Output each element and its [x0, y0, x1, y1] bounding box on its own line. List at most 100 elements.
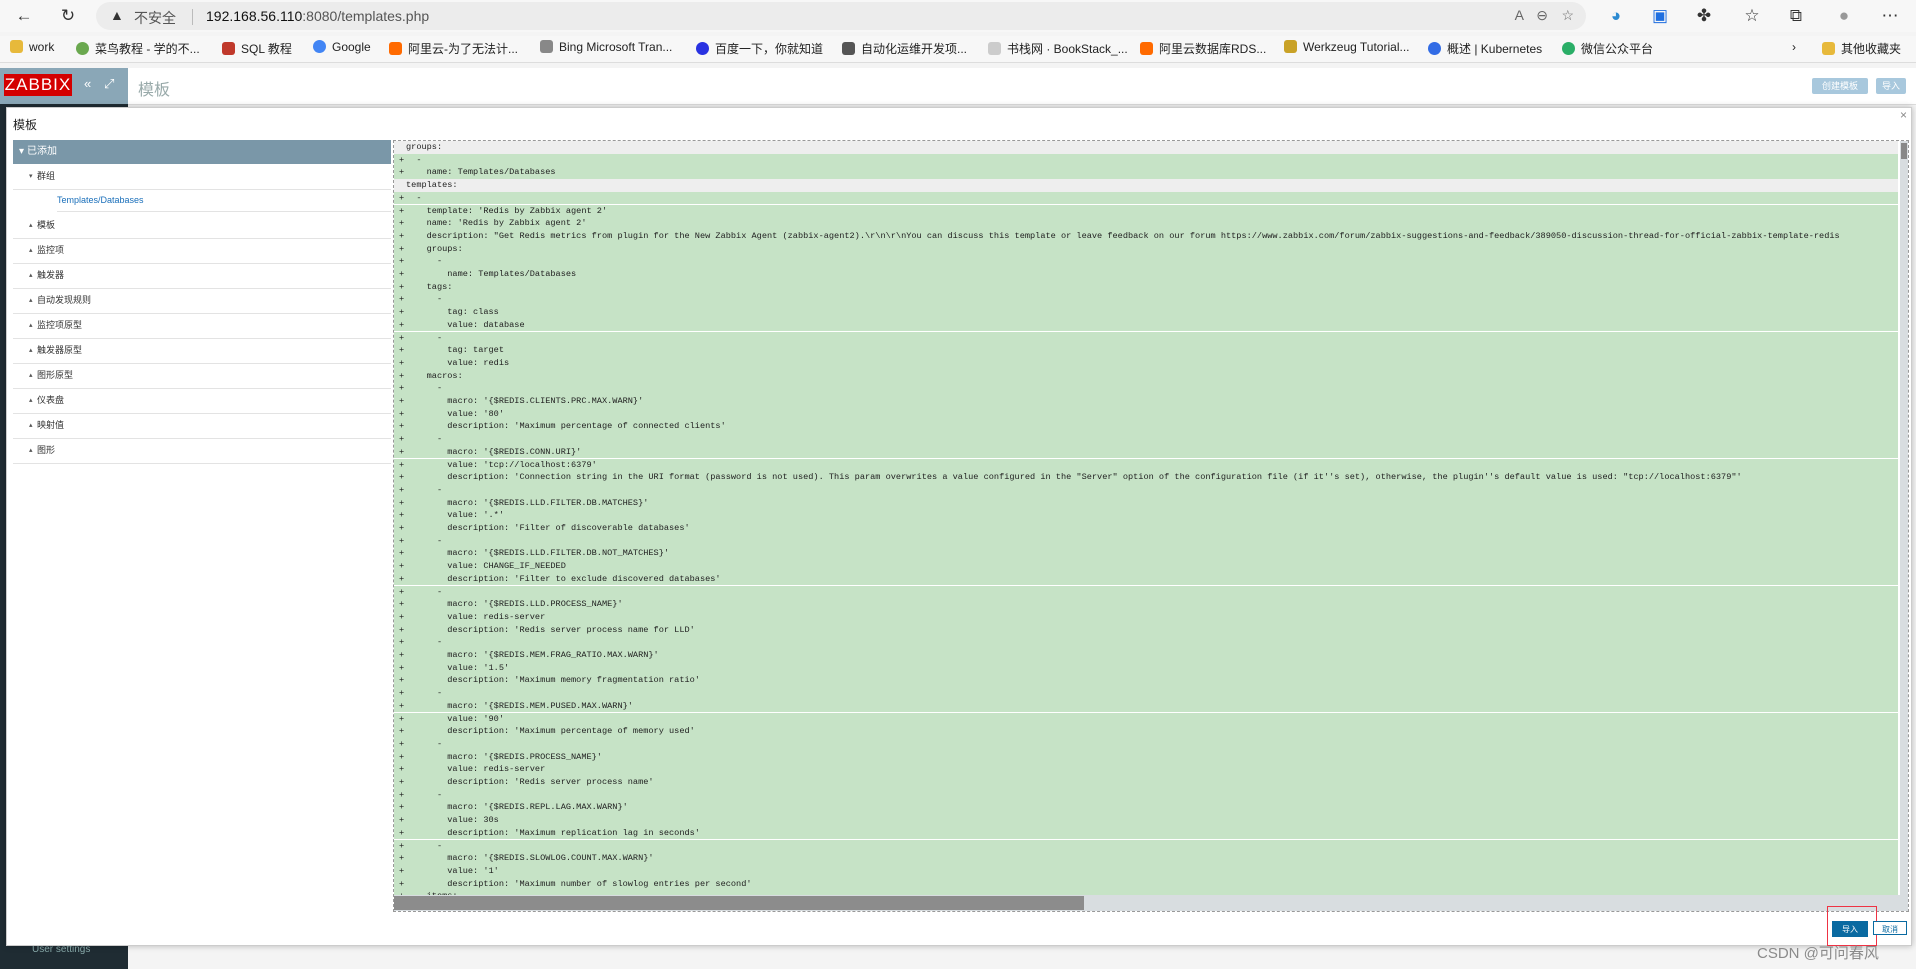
tree-root[interactable]: ▾ 已添加 [13, 140, 391, 164]
avatar[interactable]: ● [1832, 4, 1856, 28]
tree-item-group[interactable]: Templates/Databases [57, 189, 391, 212]
diff-marker: + [399, 345, 405, 356]
diff-marker: + [399, 319, 405, 330]
code-text: macro: '{$REDIS.LLD.FILTER.DB.NOT_MATCHE… [406, 548, 670, 559]
cancel-button[interactable]: 取消 [1873, 921, 1907, 935]
diff-marker: + [399, 878, 405, 889]
bookmark-werkzeug[interactable]: Werkzeug Tutorial... [1284, 40, 1410, 54]
bookmark-sql[interactable]: SQL 教程 [222, 40, 292, 57]
tree-node-graphs[interactable]: ▴ 图形 [13, 438, 391, 464]
code-text: description: 'Maximum replication lag in… [406, 827, 700, 838]
url-host: 192.168.56.110 [206, 8, 303, 24]
diff-marker: + [399, 789, 405, 800]
code-text: macro: '{$REDIS.PROCESS_NAME}' [406, 751, 602, 762]
import-header-button[interactable]: 导入 [1876, 78, 1906, 94]
code-line: + description: 'Filter of discoverable d… [394, 522, 1898, 535]
diff-marker: + [399, 586, 405, 597]
diff-code-view[interactable]: groups: + - + name: Templates/Databases tem… [393, 140, 1909, 912]
scroll-thumb[interactable] [1901, 143, 1907, 159]
tree-node-groups[interactable]: ▾ 群组 [13, 164, 391, 190]
expand-triangle-icon: ▴ [29, 447, 33, 454]
code-line: + value: redis-server [394, 610, 1898, 624]
tree-node-items[interactable]: ▴ 监控项 [13, 238, 391, 264]
favorites-icon[interactable]: ☆ [1740, 4, 1764, 28]
expand-triangle-icon: ▴ [29, 297, 33, 304]
code-line: + macros: [394, 369, 1898, 383]
bookmark-ops[interactable]: 自动化运维开发项... [842, 40, 967, 57]
bookmark-icon [988, 42, 1001, 55]
code-text: macro: '{$REDIS.LLD.FILTER.DB.MATCHES}' [406, 497, 649, 508]
bookmark-wechat[interactable]: 微信公众平台 [1562, 40, 1653, 57]
collapse-icon[interactable]: « [84, 76, 91, 91]
back-arrow-icon[interactable]: ← [12, 4, 36, 28]
bookmark-runoob[interactable]: 菜鸟教程 - 学的不... [76, 40, 200, 57]
code-line: + macro: '{$REDIS.CLIENTS.PRC.MAX.WARN}' [394, 395, 1898, 408]
bookmark-bing[interactable]: Bing Microsoft Tran... [540, 40, 672, 54]
tree-node-dashboards[interactable]: ▴ 仪表盘 [13, 388, 391, 414]
bookmark-google[interactable]: Google [313, 40, 371, 54]
tree-node-discovery[interactable]: ▴ 自动发现规则 [13, 288, 391, 314]
code-text: macros: [406, 370, 463, 381]
vertical-scrollbar[interactable] [1900, 141, 1908, 905]
url-text[interactable]: 192.168.56.110:8080/templates.php [206, 8, 429, 24]
bookmark-other[interactable]: 其他收藏夹 [1822, 40, 1901, 57]
code-line: + macro: '{$REDIS.REPL.LAG.MAX.WARN}' [394, 801, 1898, 815]
zabbix-logo[interactable]: ZABBIX [4, 74, 72, 96]
bookmark-kubernetes[interactable]: 概述 | Kubernetes [1428, 40, 1542, 57]
code-line: + tags: [394, 280, 1898, 294]
zoom-icon[interactable]: ⊖ [1536, 7, 1548, 24]
extension-icon[interactable]: ▣ [1648, 4, 1672, 28]
diff-marker: + [399, 192, 405, 203]
horizontal-scrollbar[interactable] [394, 895, 1908, 911]
refresh-icon[interactable]: ↻ [56, 4, 80, 28]
extension-icon[interactable]: ◕ [1604, 4, 1628, 28]
tree-node-graph-prototypes[interactable]: ▴ 图形原型 [13, 363, 391, 389]
scroll-thumb[interactable] [394, 896, 1084, 910]
bookmark-aliyun[interactable]: 阿里云-为了无法计... [389, 40, 518, 57]
read-aloud-icon[interactable]: A [1515, 7, 1524, 23]
code-line: + value: 30s [394, 814, 1898, 827]
code-line: groups: [394, 141, 1898, 154]
url-path: :8080/templates.php [302, 8, 430, 24]
code-text: description: "Get Redis metrics from plu… [406, 230, 1840, 241]
expand-triangle-icon: ▴ [29, 372, 33, 379]
folder-icon [1822, 42, 1835, 55]
diff-marker: + [399, 764, 405, 775]
close-icon[interactable]: × [1900, 108, 1907, 122]
bookmark-bookstack[interactable]: 书栈网 · BookStack_... [988, 40, 1128, 57]
code-line: + value: database [394, 318, 1898, 332]
extensions-puzzle-icon[interactable]: ✤ [1692, 4, 1716, 28]
code-line: + macro: '{$REDIS.LLD.FILTER.DB.NOT_MATC… [394, 547, 1898, 561]
code-line: + description: 'Maximum number of slowlo… [394, 877, 1898, 891]
diff-marker: + [399, 662, 405, 673]
favorite-star-icon[interactable]: ☆ [1561, 7, 1574, 24]
chevron-down-icon: ▾ [29, 173, 33, 180]
bookmark-icon [76, 42, 89, 55]
address-bar[interactable]: ▲ 不安全 192.168.56.110:8080/templates.php … [96, 2, 1586, 30]
tree-node-valuemaps[interactable]: ▴ 映射值 [13, 413, 391, 439]
bookmark-work[interactable]: work [10, 40, 54, 54]
code-line: + macro: '{$REDIS.MEM.FRAG_RATIO.MAX.WAR… [394, 649, 1898, 662]
bookmark-baidu[interactable]: 百度一下，你就知道 [696, 40, 823, 57]
tree-node-templates[interactable]: ▴ 模板 [13, 213, 391, 239]
tree-node-item-prototypes[interactable]: ▴ 监控项原型 [13, 313, 391, 339]
tree-node-triggers[interactable]: ▴ 触发器 [13, 263, 391, 289]
create-template-button[interactable]: 创建模板 [1812, 78, 1868, 94]
code-text: value: database [406, 319, 525, 330]
kiosk-icon[interactable]: ⤢ [104, 76, 114, 92]
code-line: + value: CHANGE_IF_NEEDED [394, 560, 1898, 573]
collections-icon[interactable]: ⧉ [1784, 4, 1808, 28]
bookmark-rds[interactable]: 阿里云数据库RDS... [1140, 40, 1266, 57]
diff-marker: + [399, 815, 405, 826]
import-button[interactable]: 导入 [1832, 921, 1868, 937]
code-line: + - [394, 293, 1898, 307]
more-menu-icon[interactable]: ⋯ [1878, 4, 1902, 28]
code-text: - [406, 535, 443, 546]
chevron-right-icon[interactable]: › [1792, 40, 1796, 54]
code-text: value: redis-server [406, 611, 546, 622]
diff-marker: + [399, 256, 405, 267]
tree-node-trigger-prototypes[interactable]: ▴ 触发器原型 [13, 338, 391, 364]
diff-marker: + [399, 243, 405, 254]
expand-triangle-icon: ▴ [29, 272, 33, 279]
code-text: value: '1' [406, 865, 499, 876]
